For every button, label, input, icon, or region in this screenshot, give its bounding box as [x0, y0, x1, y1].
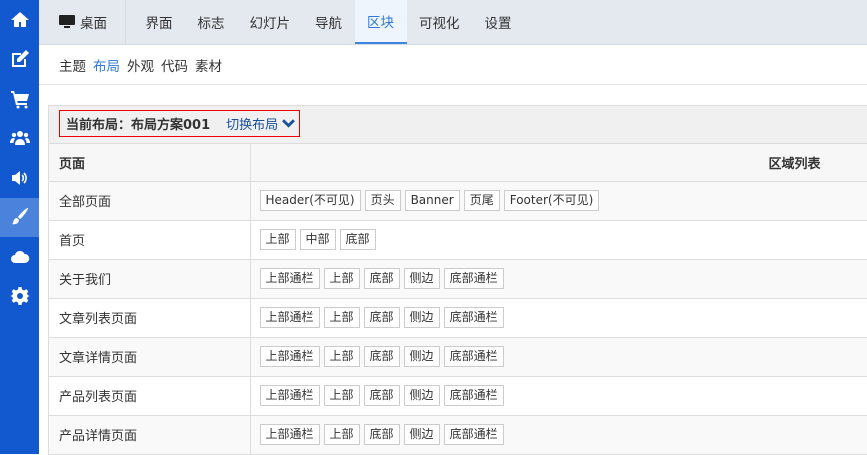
region-chip[interactable]: 底部通栏 [443, 268, 504, 289]
table-row: 文章列表页面 上部通栏 上部 底部 侧边 底部通栏 [49, 298, 867, 338]
page-name: 产品详情页面 [49, 415, 251, 455]
sidebar-item-settings[interactable] [0, 277, 39, 317]
layout-panel: 当前布局：布局方案001 切换布局 页面 区域列表 全部页面 Header(不可见… [48, 105, 867, 455]
subnav-theme[interactable]: 主题 [59, 55, 86, 75]
brush-icon [11, 208, 28, 225]
region-chip[interactable]: 中部 [299, 229, 336, 250]
page-name: 首页 [49, 220, 251, 260]
sidebar-item-volume[interactable] [0, 158, 39, 198]
table-row: 关于我们 上部通栏 上部 底部 侧边 底部通栏 [49, 259, 867, 299]
region-chip[interactable]: 页尾 [463, 190, 500, 211]
region-list: 上部通栏 上部 底部 侧边 底部通栏 [250, 259, 867, 299]
tab-logo[interactable]: 标志 [185, 0, 237, 44]
current-layout-label: 当前布局：布局方案001 [66, 118, 211, 133]
region-chip[interactable]: 底部通栏 [443, 385, 504, 406]
region-chip[interactable]: 底部 [363, 424, 400, 445]
column-header-page: 页面 [49, 144, 251, 182]
page-name: 全部页面 [49, 181, 251, 221]
region-chip[interactable]: 上部 [323, 268, 360, 289]
tab-interface[interactable]: 界面 [133, 0, 185, 44]
regions-table: 页面 区域列表 全部页面 Header(不可见) 页头 Banner 页尾 Footer(… [49, 144, 867, 455]
region-chip[interactable]: 底部通栏 [443, 346, 504, 367]
column-header-regions: 区域列表 [250, 144, 867, 182]
table-row: 产品详情页面 上部通栏 上部 底部 侧边 底部通栏 [49, 415, 867, 455]
tab-navigation[interactable]: 导航 [303, 0, 355, 44]
cloud-icon [10, 250, 29, 263]
tab-settings[interactable]: 设置 [472, 0, 524, 44]
switch-layout-label: 切换布局 [226, 118, 279, 133]
region-chip[interactable]: 侧边 [403, 385, 440, 406]
region-chip[interactable]: Footer(不可见) [503, 190, 600, 211]
region-list: 上部 中部 底部 [250, 220, 867, 260]
monitor-icon [59, 15, 75, 28]
volume-icon [11, 170, 27, 185]
region-chip[interactable]: 底部 [363, 346, 400, 367]
region-chip[interactable]: 侧边 [403, 307, 440, 328]
region-chip[interactable]: 上部 [323, 346, 360, 367]
table-row: 产品列表页面 上部通栏 上部 底部 侧边 底部通栏 [49, 376, 867, 416]
subnav-appearance[interactable]: 外观 [127, 55, 154, 75]
region-chip[interactable]: 上部 [259, 229, 296, 250]
tab-blocks[interactable]: 区块 [354, 0, 407, 44]
region-list: 上部通栏 上部 底部 侧边 底部通栏 [250, 376, 867, 416]
table-row: 首页 上部 中部 底部 [49, 220, 867, 260]
page-name: 文章列表页面 [49, 298, 251, 338]
home-icon [10, 11, 29, 27]
subnav-code[interactable]: 代码 [161, 55, 188, 75]
tab-slides[interactable]: 幻灯片 [237, 0, 303, 44]
sidebar [0, 0, 39, 454]
sidebar-item-edit[interactable] [0, 40, 39, 80]
region-chip[interactable]: 侧边 [403, 424, 440, 445]
current-layout-box: 当前布局：布局方案001 切换布局 [59, 110, 301, 137]
tab-label: 桌面 [80, 16, 107, 32]
subnav-assets[interactable]: 素材 [195, 55, 222, 75]
region-chip[interactable]: Header(不可见) [259, 190, 361, 211]
sidebar-item-users[interactable] [0, 119, 39, 159]
panel-header: 当前布局：布局方案001 切换布局 [49, 106, 867, 144]
region-chip[interactable]: Banner [404, 190, 460, 211]
region-chip[interactable]: 上部 [323, 385, 360, 406]
page-name: 文章详情页面 [49, 337, 251, 377]
region-chip[interactable]: 上部通栏 [259, 385, 320, 406]
region-chip[interactable]: 侧边 [403, 346, 440, 367]
cart-icon [10, 90, 29, 109]
region-chip[interactable]: 上部通栏 [259, 268, 320, 289]
table-row: 全部页面 Header(不可见) 页头 Banner 页尾 Footer(不可见) [49, 181, 867, 221]
tab-desktop[interactable]: 桌面 [39, 0, 126, 44]
region-chip[interactable]: 底部 [363, 307, 400, 328]
sidebar-item-brush[interactable] [0, 197, 39, 237]
gear-icon [9, 287, 30, 306]
region-chip[interactable]: 上部 [323, 424, 360, 445]
tab-visual[interactable]: 可视化 [407, 0, 473, 44]
users-icon [9, 131, 30, 146]
region-list: Header(不可见) 页头 Banner 页尾 Footer(不可见) [250, 181, 867, 221]
chevron-down-icon [282, 119, 296, 128]
region-list: 上部通栏 上部 底部 侧边 底部通栏 [250, 337, 867, 377]
region-chip[interactable]: 底部通栏 [443, 424, 504, 445]
region-list: 上部通栏 上部 底部 侧边 底部通栏 [250, 415, 867, 455]
region-chip[interactable]: 底部 [363, 268, 400, 289]
region-chip[interactable]: 底部 [339, 229, 376, 250]
sidebar-item-cloud[interactable] [0, 237, 39, 277]
subnav-layout[interactable]: 布局 [93, 55, 120, 75]
page-name: 关于我们 [49, 259, 251, 299]
region-chip[interactable]: 底部 [363, 385, 400, 406]
page-name: 产品列表页面 [49, 376, 251, 416]
region-chip[interactable]: 上部 [323, 307, 360, 328]
table-row: 文章详情页面 上部通栏 上部 底部 侧边 底部通栏 [49, 337, 867, 377]
region-chip[interactable]: 上部通栏 [259, 424, 320, 445]
top-nav: 桌面 界面 标志 幻灯片 导航 区块 可视化 设置 [39, 0, 867, 45]
edit-icon [11, 50, 29, 68]
region-chip[interactable]: 侧边 [403, 268, 440, 289]
region-chip[interactable]: 上部通栏 [259, 346, 320, 367]
switch-layout-button[interactable]: 切换布局 [226, 114, 296, 133]
sidebar-item-home[interactable] [0, 0, 39, 40]
sidebar-item-cart[interactable] [0, 79, 39, 119]
region-chip[interactable]: 底部通栏 [443, 307, 504, 328]
region-chip[interactable]: 页头 [364, 190, 401, 211]
region-list: 上部通栏 上部 底部 侧边 底部通栏 [250, 298, 867, 338]
region-chip[interactable]: 上部通栏 [259, 307, 320, 328]
sub-nav: 主题 布局 外观 代码 素材 [39, 45, 867, 85]
